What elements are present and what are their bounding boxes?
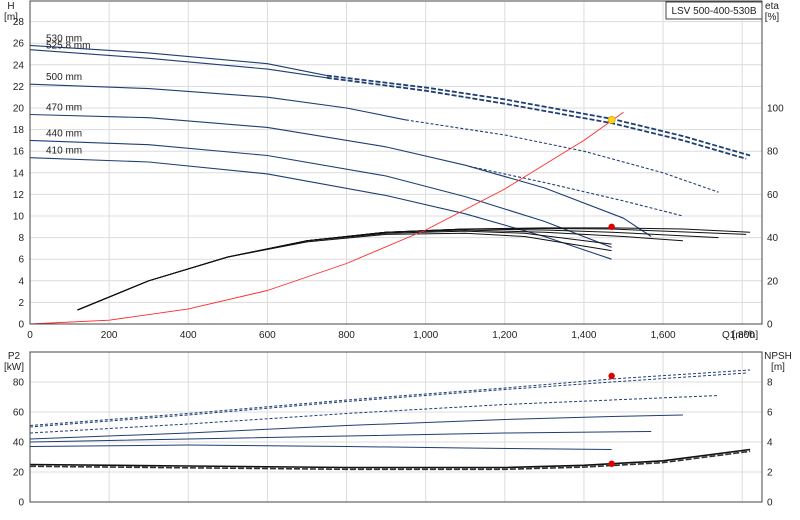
- head-y-tick-label: 22: [13, 82, 25, 93]
- eta-axis-title: eta: [765, 1, 779, 12]
- power-y-tick-label: 20: [13, 468, 25, 479]
- npsh-curve: [29, 448, 751, 469]
- eta-y-tick-label: 0: [767, 320, 773, 331]
- impeller-label: 470 mm: [46, 102, 82, 113]
- head-panel-frame: [29, 0, 763, 325]
- npsh-curve-band: [29, 450, 751, 471]
- npsh-axis-title: [m]: [771, 362, 785, 373]
- eta-y-tick-label: 60: [767, 190, 779, 201]
- eta-y-tick-label: 100: [767, 104, 784, 115]
- eta-axis-title: [%]: [765, 12, 780, 23]
- head-y-tick-label: 8: [18, 233, 24, 244]
- head-y-tick-label: 14: [13, 168, 25, 179]
- head-y-tick-label: 10: [13, 212, 25, 223]
- head-axis-title: [m]: [4, 12, 18, 23]
- power-curve: [29, 444, 612, 450]
- power-curve: [29, 395, 719, 434]
- power-curve: [29, 431, 652, 443]
- head-y-tick-label: 4: [18, 276, 24, 287]
- efficiency-curve: [77, 228, 747, 311]
- efficiency-curve: [77, 227, 751, 311]
- pump-performance-chart: 530 mm525.8 mm500 mm470 mm440 mm410 mm 0…: [4, 0, 792, 509]
- head-y-tick-label: 18: [13, 125, 25, 136]
- impeller-label: 525.8 mm: [46, 41, 90, 52]
- head-y-tick-label: 2: [18, 298, 24, 309]
- eta-y-tick-label: 80: [767, 147, 779, 158]
- power-panel-grid: [29, 352, 762, 503]
- head-y-tick-label: 26: [13, 39, 25, 50]
- model-label: LSV 500-400-530B: [671, 6, 756, 17]
- impeller-label: 410 mm: [46, 146, 82, 157]
- power-panel-frame: [29, 351, 763, 503]
- head-curve-extension: [405, 119, 719, 193]
- npsh-y-tick-label: 4: [767, 438, 773, 449]
- power-axis-title: P2: [8, 351, 21, 362]
- head-curve: [29, 113, 652, 237]
- head-curve-extension: [326, 74, 751, 157]
- head-y-tick-label: 16: [13, 147, 25, 158]
- axes-layer: 02468101214161820222426280204060801000 20…: [4, 0, 792, 509]
- power-axis-title: [kW]: [4, 362, 24, 373]
- npsh-y-tick-label: 6: [767, 408, 773, 419]
- npsh-y-tick-label: 2: [767, 468, 773, 479]
- power-y-tick-label: 60: [13, 408, 25, 419]
- impeller-label: 440 mm: [46, 128, 82, 139]
- flow-x-tick-label: 1,600: [651, 330, 676, 341]
- flow-x-tick-label: 1,200: [492, 330, 517, 341]
- impeller-label: 500 mm: [46, 72, 82, 83]
- eta-y-tick-label: 20: [767, 276, 779, 287]
- head-y-tick-label: 12: [13, 190, 25, 201]
- power-curve: [29, 372, 747, 428]
- flow-x-tick-label: 400: [180, 330, 197, 341]
- head-y-tick-label: 20: [13, 104, 25, 115]
- npsh-point: [608, 460, 615, 467]
- efficiency-curve: [77, 230, 612, 311]
- efficiency-point: [608, 223, 615, 230]
- flow-x-tick-label: 800: [338, 330, 355, 341]
- flow-axis-title: Q [m³/h]: [722, 330, 758, 341]
- head-axis-title: H: [7, 1, 14, 12]
- efficiency-curve: [77, 232, 612, 311]
- power-y-tick-label: 80: [13, 378, 25, 389]
- curve-layer: 530 mm525.8 mm500 mm470 mm440 mm410 mm: [29, 33, 751, 471]
- flow-x-tick-label: 1,400: [571, 330, 596, 341]
- flow-x-tick-label: 600: [259, 330, 276, 341]
- npsh-y-tick-label: 8: [767, 378, 773, 389]
- model-label-box: LSV 500-400-530B: [665, 1, 763, 20]
- power-point: [608, 372, 615, 380]
- head-panel-grid: [29, 2, 762, 325]
- head-curve-extension: [326, 76, 747, 160]
- power-y-tick-label: 40: [13, 438, 25, 449]
- efficiency-curve: [77, 228, 719, 311]
- head-curve: [29, 83, 407, 121]
- flow-x-tick-label: 200: [101, 330, 118, 341]
- head-y-tick-label: 0: [18, 320, 24, 331]
- head-y-tick-label: 24: [13, 60, 25, 71]
- flow-x-tick-label: 1,000: [413, 330, 438, 341]
- duty-point: [607, 115, 616, 124]
- npsh-axis-title: NPSH: [764, 351, 792, 362]
- power-y-tick-label: 0: [18, 498, 24, 509]
- npsh-y-tick-label: 0: [767, 498, 773, 509]
- flow-x-tick-label: 0: [27, 330, 33, 341]
- eta-y-tick-label: 40: [767, 233, 779, 244]
- head-y-tick-label: 6: [18, 255, 24, 266]
